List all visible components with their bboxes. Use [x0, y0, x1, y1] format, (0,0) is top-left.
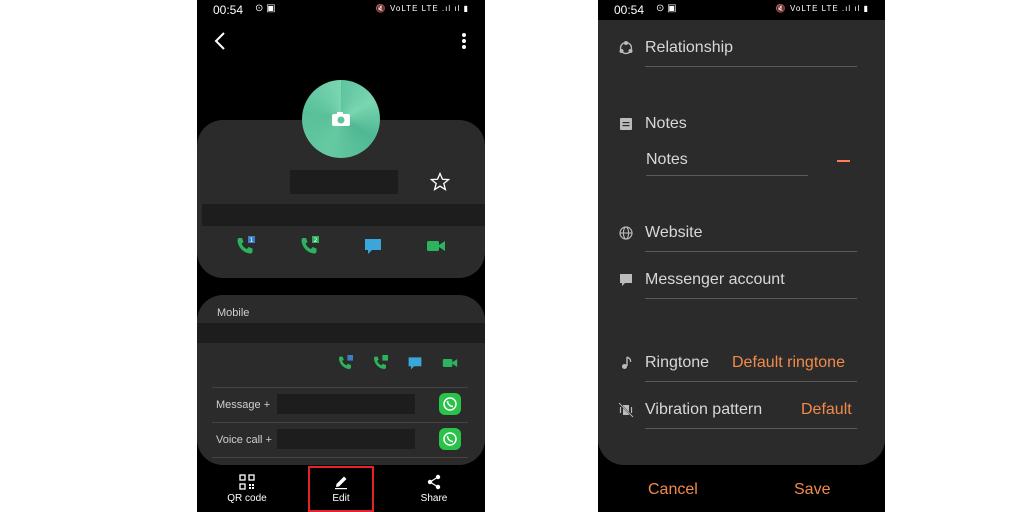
share-icon [427, 474, 441, 490]
whatsapp-voice-call-label: Voice call + [216, 434, 272, 446]
relationship-field[interactable]: Relationship [645, 39, 733, 57]
messenger-account-field[interactable]: Messenger account [645, 271, 785, 289]
whatsapp-icon[interactable] [439, 428, 461, 450]
vibration-icon [618, 402, 634, 418]
status-system-icons: 🔇 VoLTE LTE .ıl ıl ▮ [375, 4, 469, 13]
mobile-number-redacted[interactable] [197, 323, 485, 343]
chevron-left-icon[interactable] [211, 30, 231, 52]
qr-code-icon [239, 474, 255, 490]
website-field[interactable]: Website [645, 224, 703, 242]
status-system-icons: 🔇 VoLTE LTE .ıl ıl ▮ [775, 4, 869, 13]
field-underline [645, 298, 857, 299]
contact-details-card: Mobile Message + Voice call + [197, 295, 485, 465]
svg-text:1: 1 [250, 237, 254, 244]
share-button[interactable]: Share [398, 466, 470, 512]
music-note-icon [622, 356, 632, 369]
field-underline [645, 428, 857, 429]
notes-input[interactable]: Notes [646, 151, 688, 169]
notes-icon [620, 118, 632, 130]
whatsapp-voice-number-redacted [277, 429, 415, 449]
message-icon[interactable] [363, 236, 383, 256]
phone-sim1-icon[interactable]: 1 [235, 236, 255, 256]
video-icon[interactable] [426, 236, 446, 256]
save-button[interactable]: Save [794, 481, 830, 499]
whatsapp-icon[interactable] [439, 393, 461, 415]
cancel-button[interactable]: Cancel [648, 481, 698, 499]
camera-icon [332, 112, 350, 126]
mobile-label: Mobile [217, 307, 250, 319]
field-underline [645, 381, 857, 382]
message-icon[interactable] [407, 355, 423, 371]
video-icon[interactable] [442, 355, 458, 371]
star-outline-icon[interactable] [430, 172, 450, 192]
status-notification-icons: ⊙ ▣ [255, 3, 276, 14]
vibration-pattern-value[interactable]: Default [801, 401, 852, 419]
field-underline [645, 251, 857, 252]
status-time: 00:54 [213, 3, 244, 17]
status-notification-icons: ⊙ ▣ [656, 3, 677, 14]
phone-sim2-icon[interactable] [372, 355, 388, 371]
divider [212, 387, 468, 388]
svg-text:2: 2 [314, 237, 318, 244]
contact-view-screen: 00:54 ⊙ ▣ 🔇 VoLTE LTE .ıl ıl ▮ 1 2 Mobil… [197, 0, 485, 512]
share-label: Share [420, 493, 448, 504]
messenger-icon [620, 274, 632, 286]
field-underline [645, 66, 857, 67]
status-bar: 00:54 ⊙ ▣ 🔇 VoLTE LTE .ıl ıl ▮ [197, 0, 485, 20]
relationship-icon [619, 41, 633, 55]
ringtone-value[interactable]: Default ringtone [732, 354, 845, 372]
globe-icon [619, 226, 633, 240]
more-vertical-icon[interactable] [461, 32, 467, 50]
contact-name-redacted [290, 170, 398, 194]
ringtone-label[interactable]: Ringtone [645, 354, 709, 372]
notes-header: Notes [645, 115, 687, 132]
phone-sim1-icon[interactable] [337, 355, 353, 371]
edit-contact-screen: 00:54 ⊙ ▣ 🔇 VoLTE LTE .ıl ıl ▮ Relations… [598, 0, 885, 512]
divider [212, 422, 468, 423]
phone-sim2-icon[interactable]: 2 [299, 236, 319, 256]
qr-code-button[interactable]: QR code [211, 466, 283, 512]
edit-highlight-box [308, 466, 374, 512]
whatsapp-message-number-redacted [277, 394, 415, 414]
field-underline [646, 175, 808, 176]
divider [212, 457, 468, 458]
edit-form-panel: Relationship Notes Notes Website Messeng… [598, 20, 885, 465]
status-time: 00:54 [614, 3, 645, 17]
whatsapp-message-label: Message + [216, 399, 271, 411]
status-bar: 00:54 ⊙ ▣ 🔇 VoLTE LTE .ıl ıl ▮ [598, 0, 885, 20]
remove-icon[interactable] [837, 160, 850, 162]
avatar[interactable] [302, 80, 380, 158]
vibration-pattern-label[interactable]: Vibration pattern [645, 401, 762, 419]
contact-number-redacted [202, 204, 485, 226]
qr-code-label: QR code [227, 493, 267, 504]
